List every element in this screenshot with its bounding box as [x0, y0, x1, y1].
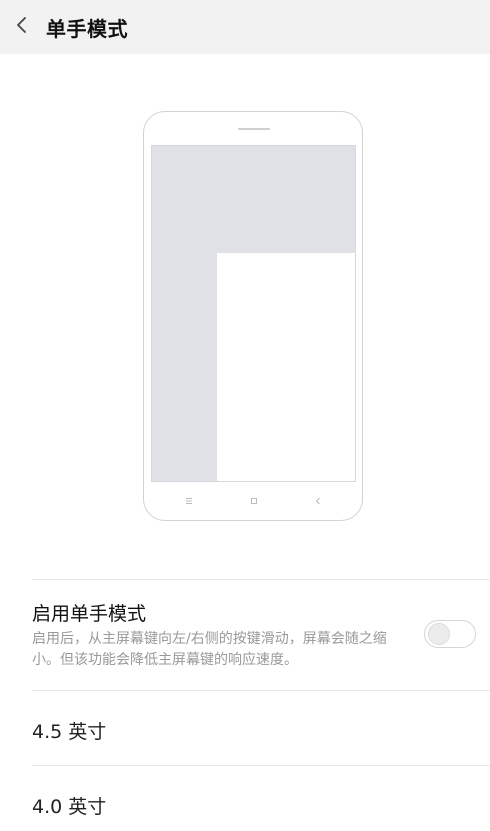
phone-screen	[151, 145, 356, 482]
page-title: 单手模式	[46, 16, 128, 41]
size-option-4-5-inch[interactable]: 4.5 英寸	[32, 692, 490, 764]
back-triangle-icon	[311, 494, 325, 508]
phone-nav-keys	[144, 494, 364, 508]
phone-illustration	[143, 111, 363, 521]
toggle-knob	[428, 623, 450, 645]
menu-icon	[182, 494, 196, 508]
phone-speaker	[238, 128, 270, 130]
one-handed-toggle[interactable]	[424, 620, 476, 648]
chevron-left-icon	[15, 15, 29, 39]
enable-one-handed-title: 启用单手模式	[32, 603, 147, 625]
app-header: 单手模式	[0, 0, 490, 54]
divider	[32, 690, 490, 691]
size-option-4-0-inch[interactable]: 4.0 英寸	[32, 767, 490, 831]
size-option-label: 4.0 英寸	[32, 796, 107, 818]
enable-one-handed-description: 启用后，从主屏幕键向左/右侧的按键滑动，屏幕会随之缩小。但该功能会降低主屏幕键的…	[32, 631, 387, 668]
enable-one-handed-row[interactable]: 启用单手模式 启用后，从主屏幕键向左/右侧的按键滑动，屏幕会随之缩小。但该功能会…	[32, 580, 490, 690]
divider	[32, 765, 490, 766]
one-handed-illustration	[0, 54, 490, 579]
home-square-icon	[247, 494, 261, 508]
back-button[interactable]	[2, 0, 42, 54]
shrunk-window	[217, 253, 355, 481]
one-handed-mode-screen: 单手模式 启用单手模式 启用后，从主屏幕键向左/右侧的按键滑动，屏幕会随之缩小。…	[0, 0, 490, 831]
size-option-label: 4.5 英寸	[32, 721, 107, 743]
